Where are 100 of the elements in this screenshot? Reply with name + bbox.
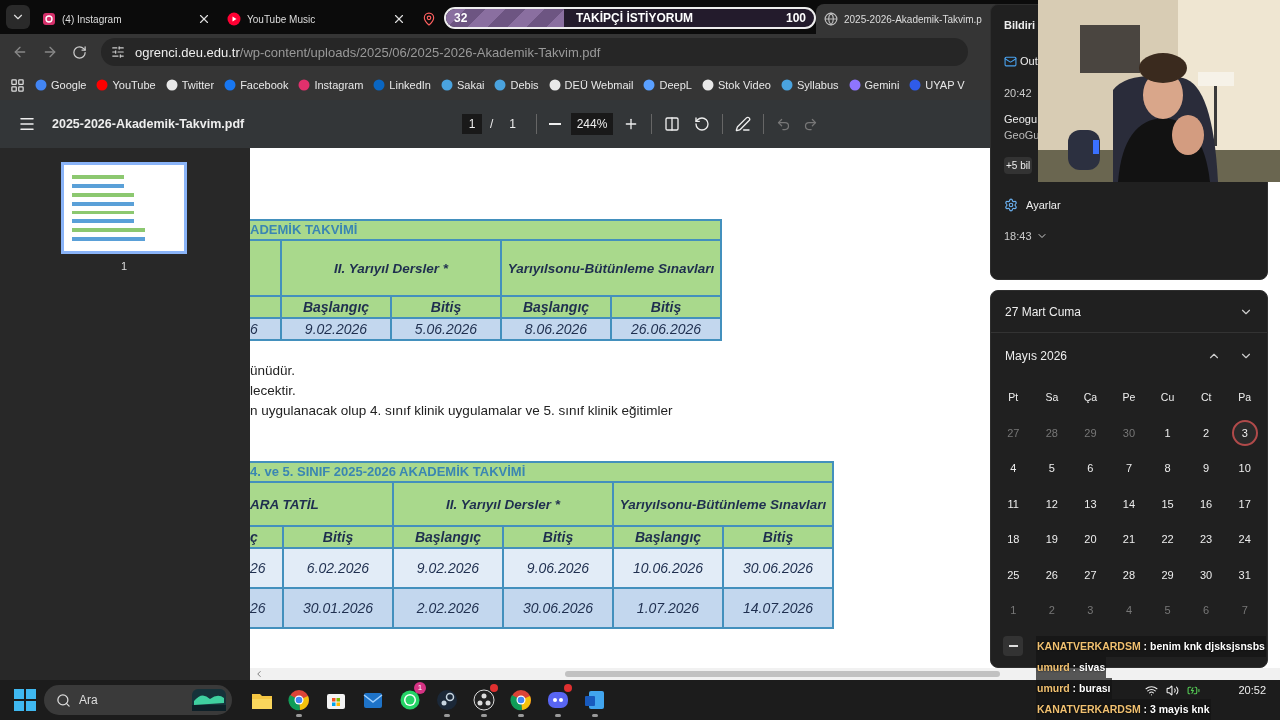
column-header: Başlangıç bbox=[282, 297, 390, 317]
forward-icon bbox=[42, 44, 58, 60]
rotate-button[interactable] bbox=[694, 116, 711, 132]
app-name: Ayarlar bbox=[1026, 199, 1061, 211]
calendar-day[interactable]: 6 bbox=[1071, 450, 1110, 486]
calendar-day[interactable]: 8 bbox=[1148, 450, 1187, 486]
bookmark-link[interactable]: DEÜ Webmail bbox=[548, 79, 634, 91]
calendar-day[interactable]: 31 bbox=[1225, 557, 1264, 593]
bookmark-link[interactable]: UYAP V bbox=[909, 79, 965, 91]
table-cell: 26.06.2026 bbox=[612, 319, 720, 339]
reload-button[interactable] bbox=[72, 44, 87, 60]
calendar-day[interactable]: 15 bbox=[1148, 486, 1187, 522]
calendar-day[interactable]: 16 bbox=[1186, 486, 1226, 522]
month-title[interactable]: Mayıs 2026 bbox=[1005, 349, 1068, 363]
back-button[interactable] bbox=[12, 44, 28, 60]
calendar-day[interactable]: 14 bbox=[1109, 486, 1149, 522]
calendar-day[interactable]: 7 bbox=[1109, 450, 1149, 486]
calendar-day[interactable]: 9 bbox=[1186, 450, 1226, 486]
apps-icon[interactable] bbox=[10, 77, 25, 93]
redo-button[interactable] bbox=[803, 116, 819, 132]
site-settings-icon[interactable] bbox=[111, 45, 125, 59]
calendar-day[interactable]: 2 bbox=[1032, 592, 1072, 628]
address-field[interactable]: ogrenci.deu.edu.tr/wp-content/uploads/2025/06/2025-2026-Akademik-Takvim.pdf bbox=[101, 38, 968, 66]
calendar-day[interactable]: 5 bbox=[1148, 592, 1187, 628]
calendar-day[interactable]: 23 bbox=[1186, 521, 1226, 557]
calendar-day[interactable]: 27 bbox=[994, 415, 1033, 451]
calendar-day[interactable]: 1 bbox=[994, 592, 1033, 628]
taskbar-button[interactable]: 1 bbox=[396, 682, 424, 718]
bookmark-link[interactable]: Sakai bbox=[440, 79, 485, 91]
more-notifications-button[interactable]: +5 bil bbox=[1004, 157, 1033, 174]
goal-end: 100 bbox=[785, 11, 806, 25]
bookmark-link[interactable]: Instagram bbox=[298, 79, 364, 91]
column-header: Bitiş bbox=[284, 527, 392, 547]
calendar-day[interactable]: 3 bbox=[1071, 592, 1110, 628]
calendar-day[interactable]: 7 bbox=[1225, 592, 1264, 628]
calendar-day[interactable]: 4 bbox=[994, 450, 1033, 486]
calendar-day[interactable]: 19 bbox=[1032, 521, 1072, 557]
taskbar-button[interactable] bbox=[470, 682, 498, 718]
volume-icon[interactable] bbox=[1166, 684, 1180, 697]
decrease-button[interactable] bbox=[1003, 636, 1023, 656]
close-icon[interactable] bbox=[392, 12, 406, 26]
calendar-day[interactable]: 6 bbox=[1186, 592, 1226, 628]
clock[interactable]: 20:52 bbox=[1238, 684, 1266, 696]
close-icon[interactable] bbox=[197, 12, 211, 26]
calendar-day[interactable]: 5 bbox=[1032, 450, 1072, 486]
menu-button[interactable] bbox=[18, 115, 36, 133]
column-header: ç bbox=[250, 527, 282, 547]
bookmark-link[interactable]: LinkedIn bbox=[373, 79, 431, 91]
weekday-label: Cu bbox=[1159, 390, 1176, 405]
calendar-day[interactable]: 4 bbox=[1109, 592, 1149, 628]
calendar-day[interactable]: 17 bbox=[1225, 486, 1264, 522]
bookmark-link[interactable]: Syllabus bbox=[780, 79, 839, 91]
calendar-day[interactable]: 10 bbox=[1225, 450, 1264, 486]
browser-tab[interactable]: YouTube Music bbox=[219, 4, 414, 34]
document-icon bbox=[584, 689, 606, 711]
circle-icon bbox=[35, 79, 47, 91]
calendar-day[interactable]: 24 bbox=[1225, 521, 1264, 557]
calendar-day[interactable]: 30 bbox=[1186, 557, 1226, 593]
search-field[interactable]: Ara bbox=[44, 685, 232, 715]
calendar-day[interactable]: 13 bbox=[1071, 486, 1110, 522]
calendar-day[interactable]: 27 bbox=[1071, 557, 1110, 593]
calendar-day[interactable]: 12 bbox=[1032, 486, 1072, 522]
page-number-field[interactable]: 1 bbox=[462, 114, 482, 134]
fit-page-button[interactable] bbox=[664, 116, 681, 132]
calendar-day[interactable]: 11 bbox=[994, 486, 1033, 522]
calendar-day[interactable]: 28 bbox=[1109, 557, 1149, 593]
column-group-header: II. Yarıyıl Dersler * bbox=[394, 483, 612, 525]
wifi-icon[interactable] bbox=[1145, 684, 1159, 697]
calendar-day[interactable]: 26 bbox=[1032, 557, 1072, 593]
bookmark-link[interactable]: Google bbox=[35, 79, 87, 91]
calendar-day[interactable]: 22 bbox=[1148, 521, 1187, 557]
calendar-day[interactable]: 29 bbox=[1071, 415, 1110, 451]
calendar-day[interactable]: 2 bbox=[1186, 415, 1226, 451]
bookmark-link[interactable]: Twitter bbox=[165, 79, 215, 91]
calendar-day[interactable]: 18 bbox=[994, 521, 1033, 557]
bookmark-link[interactable]: Gemini bbox=[848, 79, 900, 91]
zoom-field[interactable]: 244% bbox=[571, 113, 614, 135]
table-cell: 14.07.2026 bbox=[724, 589, 832, 627]
bookmark-link[interactable]: Facebook bbox=[224, 79, 289, 91]
undo-button[interactable] bbox=[776, 116, 792, 132]
battery-icon[interactable] bbox=[1187, 684, 1201, 697]
column-header: Başlangıç bbox=[502, 297, 610, 317]
bookmark-link[interactable]: Debis bbox=[494, 79, 539, 91]
calendar-day[interactable]: 28 bbox=[1032, 415, 1072, 451]
draw-button[interactable] bbox=[735, 116, 752, 132]
calendar-day[interactable]: 20 bbox=[1071, 521, 1110, 557]
page-thumbnail[interactable] bbox=[61, 162, 187, 254]
bookmark-link[interactable]: YouTube bbox=[96, 79, 156, 91]
calendar-day[interactable]: 30 bbox=[1109, 415, 1149, 451]
forward-button[interactable] bbox=[42, 44, 58, 60]
tab-search-button[interactable] bbox=[6, 5, 30, 29]
windows-icon[interactable] bbox=[14, 689, 36, 711]
bookmark-link[interactable]: Stok Video bbox=[701, 79, 771, 91]
browser-tab[interactable]: (4) Instagram bbox=[34, 4, 219, 34]
column-header: Bitiş bbox=[392, 297, 500, 317]
calendar-day[interactable]: 29 bbox=[1148, 557, 1187, 593]
calendar-day[interactable]: 21 bbox=[1109, 521, 1149, 557]
calendar-day[interactable]: 25 bbox=[994, 557, 1033, 593]
calendar-day[interactable]: 1 bbox=[1148, 415, 1187, 451]
bookmark-link[interactable]: DeepL bbox=[643, 79, 692, 91]
